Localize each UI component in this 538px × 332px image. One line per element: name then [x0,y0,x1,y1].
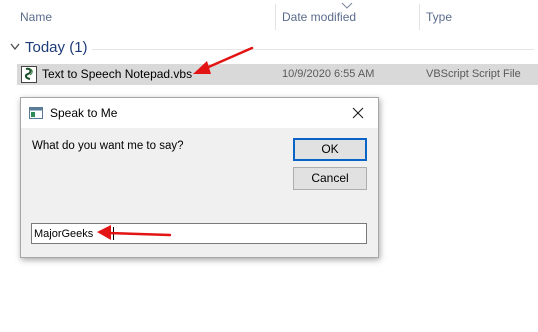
close-button[interactable] [338,98,378,128]
dialog-title: Speak to Me [50,106,118,120]
file-type: VBScript Script File [426,68,521,80]
ok-button[interactable]: OK [293,138,367,161]
text-caret [113,227,114,240]
column-divider[interactable] [419,4,420,30]
file-row[interactable]: Text to Speech Notepad.vbs 10/9/2020 6:5… [17,64,538,85]
column-header-date-modified[interactable]: Date modified [282,0,356,34]
group-header-today[interactable]: Today (1) [0,38,538,58]
group-label: Today (1) [25,39,88,56]
group-divider [92,49,534,50]
speech-text-field[interactable] [31,223,367,244]
dialog-title-bar[interactable]: Speak to Me [21,98,378,128]
chevron-down-icon[interactable] [10,43,20,51]
vbscript-file-icon [21,66,37,83]
speech-text-input[interactable] [34,225,364,242]
speak-to-me-dialog: Speak to Me What do you want me to say? … [20,97,379,258]
column-header-name[interactable]: Name [20,0,52,34]
column-divider[interactable] [275,4,276,30]
close-icon [352,107,364,119]
column-header-type[interactable]: Type [426,0,452,34]
column-header-bar: Name Date modified Type [0,0,538,34]
cancel-button[interactable]: Cancel [293,167,367,190]
file-date-modified: 10/9/2020 6:55 AM [282,68,375,80]
dialog-prompt: What do you want me to say? [32,140,184,152]
app-window-icon [29,107,43,119]
file-name: Text to Speech Notepad.vbs [42,67,193,81]
